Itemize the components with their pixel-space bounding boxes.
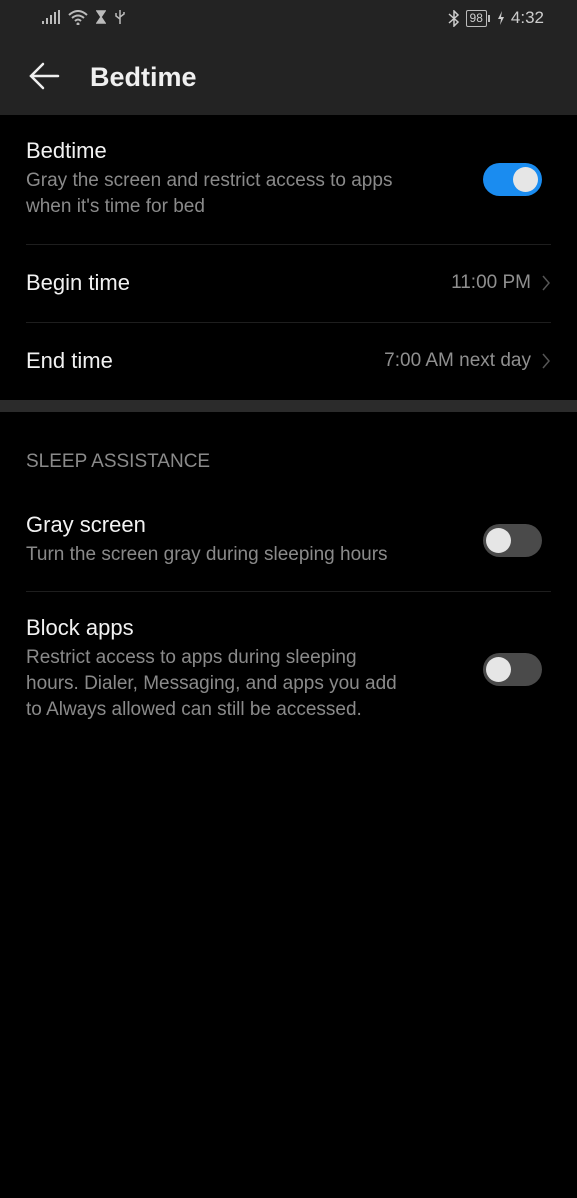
block-apps-subtitle: Restrict access to apps during sleeping … [26, 645, 551, 723]
toggle-knob [513, 167, 538, 192]
block-apps-subtitle-line: Restrict access to apps during sleeping [26, 647, 357, 668]
bedtime-subtitle-line: when it's time for bed [26, 196, 205, 217]
begin-time-value-group[interactable]: 11:00 PM [451, 272, 551, 294]
bedtime-setting[interactable]: Bedtime Gray the screen and restrict acc… [26, 138, 551, 220]
charging-icon [497, 11, 504, 25]
hourglass-icon [96, 10, 106, 24]
divider [26, 322, 551, 323]
bedtime-toggle[interactable] [483, 163, 542, 196]
gray-screen-toggle[interactable] [483, 524, 542, 557]
gray-screen-title: Gray screen [26, 512, 146, 537]
bedtime-title: Bedtime [26, 138, 107, 163]
block-apps-subtitle-line: hours. Dialer, Messaging, and apps you a… [26, 673, 397, 694]
clock: 4:32 [510, 8, 544, 27]
battery-icon: 98 [465, 9, 491, 27]
wifi-icon [68, 9, 88, 25]
chevron-right-icon [542, 275, 550, 291]
app-bar: Bedtime [0, 40, 577, 115]
usb-icon [115, 10, 125, 24]
toggle-knob [486, 657, 511, 682]
bluetooth-icon [448, 9, 459, 27]
end-time-value-group[interactable]: 7:00 AM next day [384, 350, 551, 372]
signal-icon [42, 10, 60, 24]
block-apps-subtitle-line: to Always allowed can still be accessed. [26, 699, 362, 720]
arrow-left-icon[interactable] [28, 60, 60, 92]
bedtime-subtitle: Gray the screen and restrict access to a… [26, 168, 551, 220]
toggle-knob [486, 528, 511, 553]
section-separator [0, 400, 577, 412]
block-apps-setting[interactable]: Block apps Restrict access to apps durin… [26, 615, 551, 723]
chevron-right-icon [542, 353, 550, 369]
end-time-value: 7:00 AM next day [384, 350, 531, 371]
section-header: SLEEP ASSISTANCE [26, 451, 211, 472]
page-title: Bedtime [90, 62, 197, 92]
block-apps-title: Block apps [26, 615, 134, 640]
divider [26, 591, 551, 592]
block-apps-toggle[interactable] [483, 653, 542, 686]
bedtime-subtitle-line: Gray the screen and restrict access to a… [26, 170, 393, 191]
gray-screen-subtitle: Turn the screen gray during sleeping hou… [26, 544, 388, 565]
status-bar: 98 4:32 [0, 0, 577, 40]
begin-time-value: 11:00 PM [451, 272, 531, 293]
gray-screen-setting[interactable]: Gray screen Turn the screen gray during … [26, 512, 551, 568]
divider [26, 244, 551, 245]
